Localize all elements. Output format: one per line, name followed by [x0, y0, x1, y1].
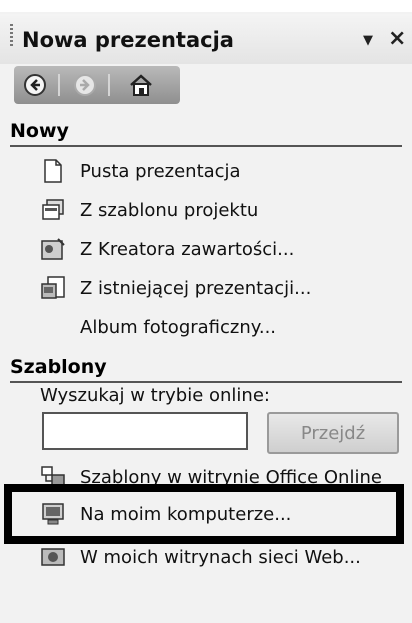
link-autocontent-wizard[interactable]: Z Kreatora zawartości...	[40, 234, 294, 264]
link-label: Z szablonu projektu	[80, 199, 259, 221]
link-blank-presentation[interactable]: Pusta prezentacja	[40, 156, 241, 186]
task-pane: Nowa prezentacja ▼ × Nowy Pusta prezenta…	[0, 0, 412, 623]
section-heading-new: Nowy	[10, 120, 69, 142]
web-sites-icon	[40, 544, 66, 570]
home-icon	[130, 74, 152, 96]
forward-arrow-icon	[74, 74, 96, 96]
forward-button[interactable]	[70, 70, 100, 100]
template-search-input[interactable]	[42, 412, 248, 450]
home-button[interactable]	[126, 70, 156, 100]
close-pane-icon[interactable]: ×	[388, 26, 406, 51]
section-divider	[10, 381, 402, 383]
highlight-annotation-box	[4, 484, 404, 544]
link-my-web-sites[interactable]: W moich witrynach sieci Web...	[40, 542, 361, 572]
link-from-design-template[interactable]: Z szablonu projektu	[40, 195, 258, 225]
link-label: W moich witrynach sieci Web...	[80, 546, 361, 568]
back-button[interactable]	[20, 70, 50, 100]
back-arrow-icon	[24, 74, 46, 96]
go-button[interactable]: Przejdź	[267, 412, 399, 454]
link-existing-presentation[interactable]: Z istniejącej prezentacji...	[40, 273, 311, 303]
design-template-icon	[40, 197, 66, 223]
nav-separator	[58, 74, 60, 96]
link-label: Album fotograficzny...	[80, 316, 277, 338]
link-photo-album[interactable]: Album fotograficzny...	[40, 312, 276, 342]
link-label: Z Kreatora zawartości...	[80, 238, 295, 260]
top-strip	[0, 0, 412, 12]
autocontent-wizard-icon	[40, 236, 66, 262]
section-heading-templates: Szablony	[10, 356, 107, 378]
link-label: Pusta prezentacja	[80, 160, 241, 182]
pane-title: Nowa prezentacja	[22, 28, 234, 52]
pane-grip-handle[interactable]	[10, 24, 13, 48]
existing-presentation-icon	[40, 275, 66, 301]
blank-document-icon	[40, 158, 66, 184]
search-online-label: Wyszukaj w trybie online:	[40, 385, 270, 406]
pane-menu-dropdown-icon[interactable]: ▼	[363, 33, 373, 48]
pane-navigation-bar	[14, 66, 180, 104]
section-divider	[10, 145, 402, 147]
nav-separator	[108, 74, 110, 96]
link-label: Z istniejącej prezentacji...	[80, 277, 312, 299]
